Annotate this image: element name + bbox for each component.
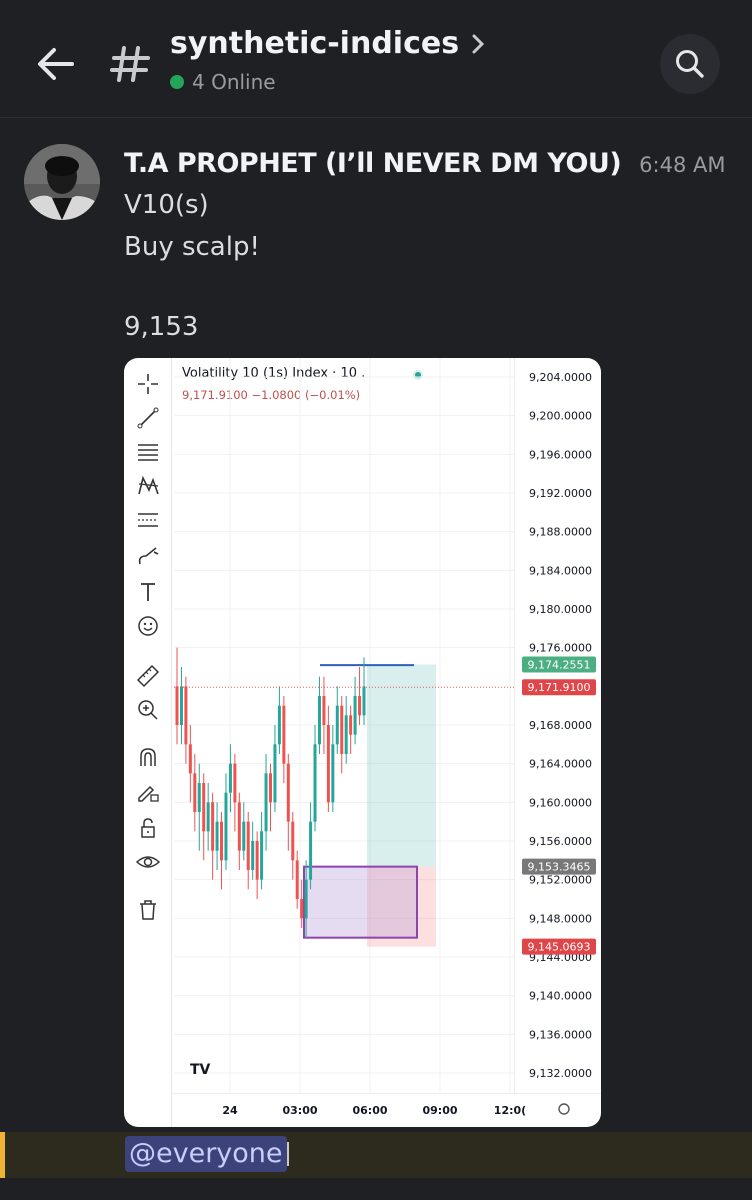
avatar[interactable] xyxy=(24,144,100,220)
y-tick-label: 9,168.0000 xyxy=(529,719,592,732)
candle-body xyxy=(309,821,313,880)
candle-body xyxy=(211,802,215,851)
avatar-image xyxy=(24,144,100,220)
search-button[interactable] xyxy=(660,34,720,94)
candle-body xyxy=(193,773,197,812)
y-tick-label: 9,164.0000 xyxy=(529,758,592,771)
candle-body xyxy=(349,715,353,735)
candle-body xyxy=(295,860,299,899)
y-tick-label: 9,148.0000 xyxy=(529,912,592,925)
message-line: V10(s) xyxy=(124,190,209,220)
candle-body xyxy=(317,696,321,745)
y-tick-label: 9,200.0000 xyxy=(529,410,592,423)
candle-body xyxy=(340,705,344,754)
y-tick-label: 9,176.0000 xyxy=(529,642,592,655)
search-icon xyxy=(676,50,704,78)
tradingview-logo-icon: TV xyxy=(190,1062,211,1078)
candle-body xyxy=(304,879,308,919)
message-timestamp: 6:48 AM xyxy=(639,153,726,177)
candle-body xyxy=(300,899,304,919)
price-label: 9,174.2551 xyxy=(528,659,591,672)
candle-body xyxy=(202,783,206,832)
message-composer[interactable]: @everyone xyxy=(0,1132,752,1178)
candle-body xyxy=(242,821,246,851)
candle-body xyxy=(273,744,277,803)
y-tick-label: 9,184.0000 xyxy=(529,564,592,577)
candle-body xyxy=(286,763,290,822)
candle-body xyxy=(228,763,232,793)
candle-body xyxy=(188,744,192,774)
candle-body xyxy=(269,773,272,803)
candle-body xyxy=(264,773,268,832)
y-tick-label: 9,188.0000 xyxy=(529,526,592,539)
price-axis-divider xyxy=(514,358,515,1093)
mention-everyone: @everyone xyxy=(125,1136,287,1172)
candle-body xyxy=(322,696,326,725)
candle-body xyxy=(220,821,224,861)
channel-hash-icon xyxy=(110,46,150,82)
price-label: 9,171.9100 xyxy=(528,681,591,694)
price-label: 9,153.3465 xyxy=(528,861,591,874)
y-tick-label: 9,152.0000 xyxy=(529,874,592,887)
candle-body xyxy=(260,831,264,880)
message-line: 9,153 xyxy=(124,312,199,342)
candle-body xyxy=(277,705,281,745)
candle-body xyxy=(179,686,183,725)
candle-body xyxy=(362,686,366,716)
rectangle-drawing xyxy=(303,865,418,939)
text-caret xyxy=(287,1142,289,1166)
y-tick-label: 9,196.0000 xyxy=(529,448,592,461)
candle-body xyxy=(197,783,201,812)
y-tick-label: 9,136.0000 xyxy=(529,1028,592,1041)
candle-body xyxy=(237,802,241,851)
y-tick-label: 9,140.0000 xyxy=(529,990,592,1003)
back-arrow-icon[interactable] xyxy=(32,38,80,90)
candle-body xyxy=(215,821,219,851)
price-chart[interactable]: 9,204.0000 9,200.0000 9,196.0000 9,192.0000… xyxy=(124,358,601,1127)
message-header: T.A PROPHET (I’ll NEVER DM YOU) 6:48 AM xyxy=(124,148,726,179)
candle-body xyxy=(233,763,237,803)
channel-title[interactable]: synthetic-indices xyxy=(170,26,487,61)
y-tick-label: 9,156.0000 xyxy=(529,835,592,848)
candle-body xyxy=(344,715,348,754)
candle-body xyxy=(291,821,295,861)
y-tick-label: 9,132.0000 xyxy=(529,1067,592,1080)
y-tick-label: 9,192.0000 xyxy=(529,487,592,500)
y-tick-label: 9,204.0000 xyxy=(529,371,592,384)
online-status: 4 Online xyxy=(170,70,276,94)
candle-body xyxy=(313,744,317,822)
channel-header: synthetic-indices 4 Online xyxy=(0,0,752,118)
channel-name: synthetic-indices xyxy=(170,26,460,61)
author-name[interactable]: T.A PROPHET (I’ll NEVER DM YOU) xyxy=(124,148,622,179)
candle-body xyxy=(246,821,250,870)
online-count: 4 Online xyxy=(192,70,276,94)
candle-body xyxy=(282,705,286,764)
time-axis xyxy=(172,1093,601,1127)
y-tick-label: 9,180.0000 xyxy=(529,603,592,616)
candle-body xyxy=(184,686,188,745)
target-zone xyxy=(367,664,436,867)
candle-body xyxy=(358,696,362,716)
candle-body xyxy=(206,802,210,832)
candle-body xyxy=(326,725,330,803)
price-label: 9,145.0693 xyxy=(528,941,591,954)
y-tick-label: 9,160.0000 xyxy=(529,796,592,809)
candle-body xyxy=(224,792,228,861)
chevron-right-icon xyxy=(472,34,485,53)
candle-body xyxy=(335,705,339,745)
candle-body xyxy=(251,841,255,870)
online-dot-icon xyxy=(170,75,184,89)
chart-attachment[interactable]: Volatility 10 (1s) Index · 10 . 9,171.91… xyxy=(124,358,601,1127)
candle-body xyxy=(255,841,259,880)
candle-body xyxy=(175,686,179,725)
candle-body xyxy=(353,696,357,735)
message-line: Buy scalp! xyxy=(124,232,260,262)
candle-body xyxy=(331,744,335,803)
